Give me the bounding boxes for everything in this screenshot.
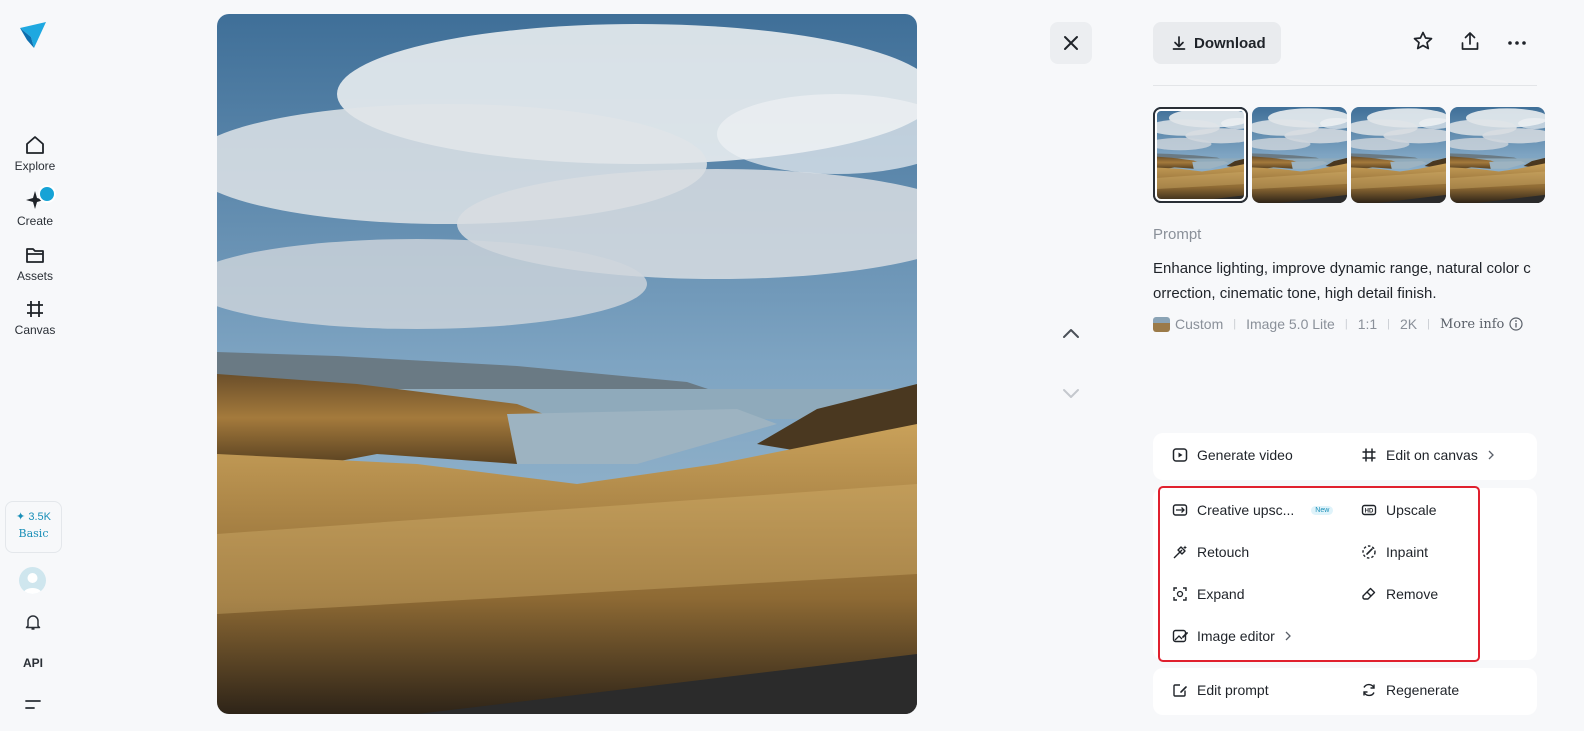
thumbnail-2[interactable] — [1252, 107, 1347, 203]
plan-name: Basic — [18, 527, 49, 540]
app-root: Explore Create Assets Canvas ✦ 3.5K Basi… — [0, 0, 1584, 731]
sidebar-item-label: Explore — [14, 159, 56, 173]
sidebar-item-create[interactable]: Create — [0, 185, 70, 228]
landscape-image — [217, 14, 917, 714]
edit-on-canvas-label: Edit on canvas — [1386, 447, 1478, 463]
image-editor-icon — [1172, 629, 1188, 643]
sidebar-item-label: Canvas — [14, 323, 56, 337]
thumbnail-image — [1153, 107, 1248, 203]
variant-thumbnails — [1153, 107, 1545, 203]
thumbnail-4[interactable] — [1450, 107, 1545, 203]
generate-video-label: Generate video — [1197, 447, 1293, 463]
retouch-label: Retouch — [1197, 544, 1250, 560]
meta-resolution: 2K — [1400, 316, 1418, 332]
thumbnail-image — [1252, 107, 1347, 203]
thumbnail-image — [1450, 107, 1545, 203]
creative-upscale-icon — [1172, 504, 1188, 516]
sidebar-item-label: Create — [16, 214, 54, 228]
inpaint-icon — [1362, 545, 1376, 559]
meta-separator: | — [1344, 318, 1348, 330]
upscale-button[interactable]: HD Upscale — [1361, 502, 1437, 518]
meta-separator: | — [1387, 318, 1391, 330]
regenerate-label: Regenerate — [1386, 682, 1460, 698]
meta-separator: | — [1233, 318, 1237, 330]
regenerate-button[interactable]: Regenerate — [1361, 682, 1459, 698]
image-editor-label: Image editor — [1197, 628, 1275, 644]
star-icon[interactable] — [1412, 30, 1434, 52]
user-avatar-icon — [23, 573, 42, 594]
sidebar-item-explore[interactable]: Explore — [0, 134, 70, 173]
download-icon — [1172, 36, 1186, 50]
thumbnail-image — [1351, 107, 1446, 203]
remove-button[interactable]: Remove — [1361, 586, 1438, 602]
upscale-label: Upscale — [1386, 502, 1437, 518]
left-sidebar: Explore Create Assets Canvas ✦ 3.5K Basi… — [0, 0, 70, 731]
inpaint-label: Inpaint — [1386, 544, 1429, 560]
home-icon — [26, 136, 44, 154]
verified-badge-icon — [38, 185, 56, 203]
regenerate-icon — [1363, 683, 1375, 697]
folder-icon — [26, 248, 44, 263]
edit-prompt-button[interactable]: Edit prompt — [1172, 682, 1269, 698]
bell-icon[interactable] — [23, 612, 43, 632]
prompt-text: Enhance lighting, improve dynamic range,… — [1153, 260, 1531, 302]
sidebar-item-label: Assets — [16, 269, 53, 283]
info-icon[interactable] — [1509, 317, 1523, 331]
meta-model: Image 5.0 Lite — [1246, 316, 1335, 332]
creative-upscale-button[interactable]: Creative upsc... New — [1172, 502, 1334, 518]
chevron-right-icon — [1285, 631, 1291, 641]
eraser-icon — [1362, 587, 1376, 600]
expand-label: Expand — [1197, 586, 1245, 602]
chevron-down-icon[interactable] — [1059, 381, 1083, 405]
thumbnail-3[interactable] — [1351, 107, 1446, 203]
share-icon[interactable] — [1459, 30, 1481, 52]
image-editor-button[interactable]: Image editor — [1172, 628, 1292, 644]
credits-amount: ✦ 3.5K — [16, 511, 51, 523]
svg-text:HD: HD — [1365, 509, 1374, 515]
chevron-right-icon — [1488, 450, 1494, 460]
edit-on-canvas-button[interactable]: Edit on canvas — [1361, 447, 1495, 463]
expand-icon — [1173, 587, 1187, 601]
thumbnail-1[interactable] — [1153, 107, 1248, 203]
generation-meta: Custom | Image 5.0 Lite | 1:1 | 2K | Mor… — [1153, 316, 1523, 332]
canvas-grid-icon — [1362, 448, 1376, 462]
api-link[interactable]: API — [0, 656, 66, 670]
style-thumbnail-icon — [1153, 316, 1170, 332]
meta-separator: | — [1427, 318, 1430, 330]
menu-icon[interactable] — [24, 698, 42, 712]
close-button[interactable] — [1050, 22, 1092, 64]
edit-prompt-icon — [1173, 684, 1187, 697]
main-preview-image[interactable] — [217, 14, 917, 714]
download-label: Download — [1194, 34, 1266, 52]
creative-upscale-label: Creative upsc... — [1197, 502, 1295, 518]
expand-button[interactable]: Expand — [1172, 586, 1244, 602]
canvas-grid-icon — [27, 301, 43, 317]
meta-style: Custom — [1175, 316, 1224, 332]
generate-video-button[interactable]: Generate video — [1172, 447, 1293, 463]
meta-ratio: 1:1 — [1357, 316, 1378, 332]
sidebar-item-assets[interactable]: Assets — [0, 244, 70, 283]
hd-upscale-icon: HD — [1361, 504, 1377, 516]
play-video-icon — [1172, 448, 1188, 462]
remove-label: Remove — [1386, 586, 1439, 602]
close-icon — [1064, 36, 1078, 50]
edit-prompt-label: Edit prompt — [1197, 682, 1269, 698]
app-logo-icon[interactable] — [18, 20, 48, 52]
credits-badge[interactable]: ✦ 3.5K Basic — [5, 501, 62, 553]
retouch-button[interactable]: Retouch — [1172, 544, 1249, 560]
panel-divider — [1153, 85, 1537, 86]
more-options-icon[interactable] — [1506, 30, 1528, 52]
inpaint-button[interactable]: Inpaint — [1361, 544, 1428, 560]
retouch-brush-icon — [1173, 545, 1187, 559]
avatar[interactable] — [19, 567, 46, 594]
download-button[interactable]: Download — [1153, 22, 1281, 64]
chevron-up-icon[interactable] — [1059, 322, 1083, 346]
more-info-link[interactable]: More info — [1440, 317, 1504, 332]
sidebar-item-canvas[interactable]: Canvas — [0, 298, 70, 337]
new-badge: New — [1311, 505, 1334, 515]
prompt-label: Prompt — [1153, 226, 1202, 243]
